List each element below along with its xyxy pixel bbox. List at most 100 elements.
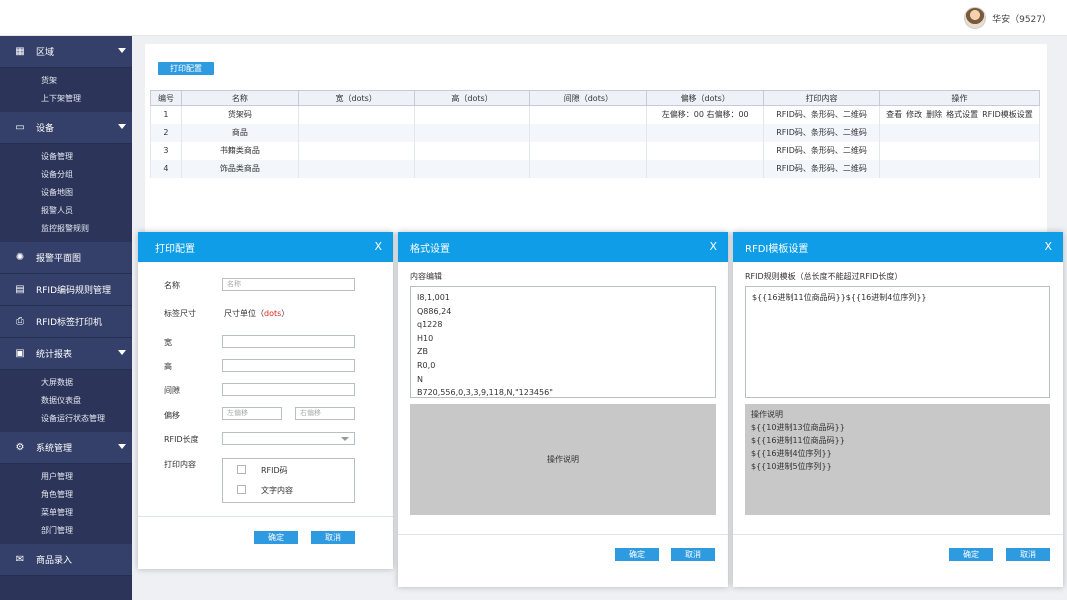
code-line: R0,0 (417, 360, 436, 370)
sidebar-item-device-status[interactable]: 设备运行状态管理 (0, 410, 132, 428)
help-line[interactable]: ${{10进制5位序列}} (751, 460, 1044, 473)
cancel-button[interactable]: 取消 (1006, 548, 1050, 561)
sidebar-item-device-group[interactable]: 设备分组 (0, 166, 132, 184)
cell-id: 4 (150, 159, 182, 178)
table-row[interactable]: 1 货架码 左偏移：00 右偏移：00 RFID码、条形码、二维码 查看 修改 删除… (150, 105, 1041, 124)
text-checkbox[interactable] (237, 485, 246, 494)
delete-link[interactable]: 删除 (926, 110, 942, 119)
text-option-label: 文字内容 (261, 486, 293, 495)
rfid-length-select[interactable] (222, 432, 355, 445)
nav-head-device[interactable]: ▭ 设备 (0, 112, 132, 144)
mail-icon: ✉ (15, 554, 25, 565)
dialog-header: 格式设置 X (398, 232, 728, 262)
nav-head-system[interactable]: ⚙ 系统管理 (0, 432, 132, 464)
cell-id: 1 (150, 105, 182, 124)
name-input[interactable]: 名称 (222, 278, 355, 291)
cell-height (413, 141, 531, 160)
gear-icon: ⚙ (15, 442, 25, 453)
print-config-button[interactable]: 打印配置 (158, 62, 214, 75)
close-icon[interactable]: X (1044, 240, 1052, 253)
code-line: Q886,24 (417, 306, 452, 316)
sidebar-item-device-manage[interactable]: 设备管理 (0, 148, 132, 166)
user-menu[interactable]: 华安（9527） (964, 6, 1051, 30)
sidebar-item-bigscreen[interactable]: 大屏数据 (0, 374, 132, 392)
width-input[interactable] (222, 335, 355, 348)
view-link[interactable]: 查看 (886, 110, 902, 119)
dialog-title: 打印配置 (155, 243, 195, 255)
sidebar-item-goods-entry[interactable]: ✉ 商品录入 (0, 544, 132, 576)
cell-name: 书籍类商品 (180, 141, 299, 160)
col-header: 打印内容 (763, 90, 880, 106)
rfid-option-label: RFID码 (261, 466, 288, 475)
sidebar-item-device-map[interactable]: 设备地图 (0, 184, 132, 202)
gap-input[interactable] (222, 383, 355, 396)
help-line[interactable]: ${{10进制13位商品码}} (751, 421, 1044, 434)
template-value: ${{16进制11位商品码}}${{16进制4位序列}} (752, 293, 927, 302)
close-icon[interactable]: X (709, 240, 717, 253)
sidebar-item-alarm-rules[interactable]: 监控报警规则 (0, 220, 132, 238)
rule-template-label: RFID规则模板（总长度不能超过RFID长度） (745, 272, 903, 281)
alarm-light-icon: ✺ (15, 252, 25, 263)
unit-prefix: 尺寸单位（ (224, 309, 264, 318)
sidebar-item-users[interactable]: 用户管理 (0, 468, 132, 486)
avatar[interactable] (964, 7, 987, 29)
nav-label: 统计报表 (36, 350, 73, 360)
right-offset-input[interactable]: 右偏移 (295, 407, 355, 420)
nav-head-report[interactable]: ▣ 统计报表 (0, 338, 132, 370)
close-icon[interactable]: X (374, 240, 382, 253)
edit-link[interactable]: 修改 (906, 110, 922, 119)
cell-ops: 查看 修改 删除 格式设置 RFID模板设置 (878, 105, 1041, 124)
cell-gap (529, 141, 648, 160)
left-offset-input[interactable]: 左偏移 (222, 407, 282, 420)
gap-label: 间隙 (164, 386, 180, 395)
dialog-header: RFDI模板设置 X (733, 232, 1063, 262)
help-text: 操作说明 (547, 455, 579, 464)
sidebar-item-rfid-rules[interactable]: ▤ RFID编码规则管理 (0, 274, 132, 306)
height-input[interactable] (222, 359, 355, 372)
help-panel: 操作说明 (410, 404, 716, 515)
format-settings-link[interactable]: 格式设置 (946, 110, 978, 119)
sidebar-item-dashboard[interactable]: 数据仪表盘 (0, 392, 132, 410)
rfid-checkbox[interactable] (237, 465, 246, 474)
sidebar-item-alarm-plan[interactable]: ✺ 报警平面图 (0, 242, 132, 274)
table-row[interactable]: 3 书籍类商品 RFID码、条形码、二维码 (150, 141, 1041, 160)
report-icon: ▣ (15, 348, 25, 359)
help-line[interactable]: ${{16进制4位序列}} (751, 447, 1044, 460)
table-header-row: 编号 名称 宽（dots） 高（dots） 间隙（dots） 偏移（dots） … (150, 90, 1041, 106)
table-row[interactable]: 2 商品 RFID码、条形码、二维码 (150, 123, 1041, 142)
sidebar-item-roles[interactable]: 角色管理 (0, 486, 132, 504)
help-line[interactable]: ${{16进制11位商品码}} (751, 434, 1044, 447)
card-icon: ▤ (15, 284, 25, 295)
width-label: 宽 (164, 338, 172, 347)
content-editor[interactable]: I8,1,001 Q886,24 q1228 H10 ZB R0,0 N B72… (410, 286, 716, 398)
format-settings-dialog: 格式设置 X 内容编辑 I8,1,001 Q886,24 q1228 H10 Z… (398, 232, 728, 587)
sidebar-item-shelf[interactable]: 货架 (0, 72, 132, 90)
chevron-down-icon (118, 124, 126, 129)
confirm-button[interactable]: 确定 (615, 548, 659, 561)
cancel-button[interactable]: 取消 (671, 548, 715, 561)
confirm-button[interactable]: 确定 (254, 531, 298, 544)
nav-group-system: ⚙ 系统管理 用户管理 角色管理 菜单管理 部门管理 (0, 432, 132, 544)
cancel-button[interactable]: 取消 (311, 531, 355, 544)
sidebar-item-shelving[interactable]: 上下架管理 (0, 90, 132, 108)
sidebar-item-menus[interactable]: 菜单管理 (0, 504, 132, 522)
print-content-label: 打印内容 (164, 460, 196, 469)
cell-gap (529, 123, 648, 142)
rfid-template-link[interactable]: RFID模板设置 (982, 110, 1033, 119)
cell-id: 2 (150, 123, 182, 142)
dialog-title: 格式设置 (410, 243, 450, 255)
cell-name: 商品 (180, 123, 299, 142)
printer-icon: ⎙ (16, 316, 24, 327)
col-header: 偏移（dots） (646, 90, 765, 106)
nav-group-device: ▭ 设备 设备管理 设备分组 设备地图 报警人员 监控报警规则 (0, 112, 132, 242)
cell-offset (646, 123, 765, 142)
cell-width (297, 105, 415, 124)
rule-template-editor[interactable]: ${{16进制11位商品码}}${{16进制4位序列}} (745, 286, 1050, 398)
table-row[interactable]: 4 饰品类商品 RFID码、条形码、二维码 (150, 159, 1041, 178)
sidebar-item-rfid-printer[interactable]: ⎙ RFID标签打印机 (0, 306, 132, 338)
confirm-button[interactable]: 确定 (949, 548, 993, 561)
unit-suffix: ） (281, 309, 290, 318)
sidebar-item-departments[interactable]: 部门管理 (0, 522, 132, 540)
sidebar-item-alarm-people[interactable]: 报警人员 (0, 202, 132, 220)
nav-head-area[interactable]: ▦ 区域 (0, 36, 132, 68)
